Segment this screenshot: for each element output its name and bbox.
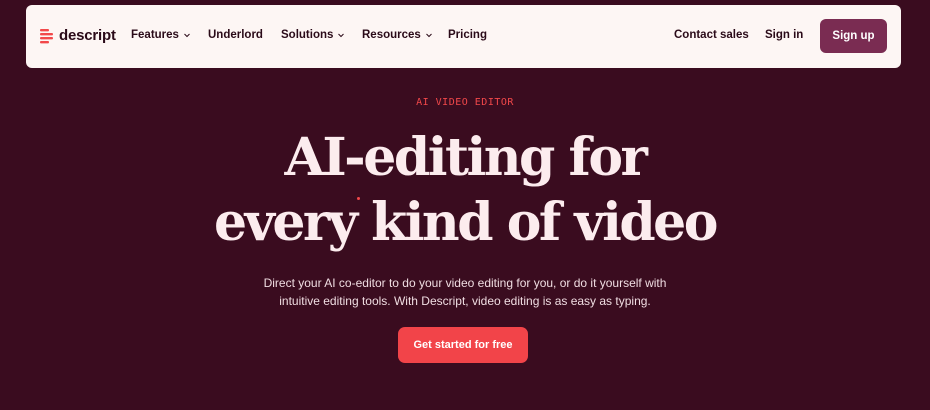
nav-item-label: Pricing — [448, 29, 487, 41]
nav-item-pricing[interactable]: Pricing — [448, 29, 487, 41]
chevron-down-icon — [425, 33, 432, 38]
descript-logo[interactable]: descript — [40, 27, 116, 44]
subtitle-line-2: intuitive editing tools. With Descript, … — [279, 294, 651, 308]
nav-item-label: Resources — [362, 29, 421, 41]
nav-item-features[interactable]: Features — [131, 29, 191, 41]
nav-item-label: Features — [131, 29, 179, 41]
nav-item-solutions[interactable]: Solutions — [281, 29, 345, 41]
hero-subtitle: Direct your AI co-editor to do your vide… — [0, 274, 930, 310]
nav-item-underlord[interactable]: Underlord — [208, 29, 263, 41]
contact-sales-link[interactable]: Contact sales — [674, 29, 749, 41]
chevron-down-icon — [184, 33, 190, 38]
headline-line-1: AI-editing for — [284, 127, 648, 188]
sign-up-button[interactable]: Sign up — [820, 19, 887, 53]
headline-line-2: every kind of video — [214, 192, 718, 253]
cursor-dot — [357, 197, 360, 200]
sign-in-link[interactable]: Sign in — [765, 29, 803, 41]
nav-item-resources[interactable]: Resources — [362, 29, 433, 41]
top-nav-bar: descript Features Underlord Solutions Re… — [26, 5, 901, 68]
chevron-down-icon — [338, 33, 345, 38]
nav-item-label: Underlord — [208, 29, 263, 41]
nav-item-label: Solutions — [281, 29, 334, 41]
logo-wordmark: descript — [59, 27, 116, 44]
descript-logo-icon — [40, 28, 53, 43]
subtitle-line-1: Direct your AI co-editor to do your vide… — [263, 276, 667, 290]
eyebrow-label: AI VIDEO EDITOR — [416, 97, 514, 108]
get-started-button[interactable]: Get started for free — [398, 327, 528, 363]
